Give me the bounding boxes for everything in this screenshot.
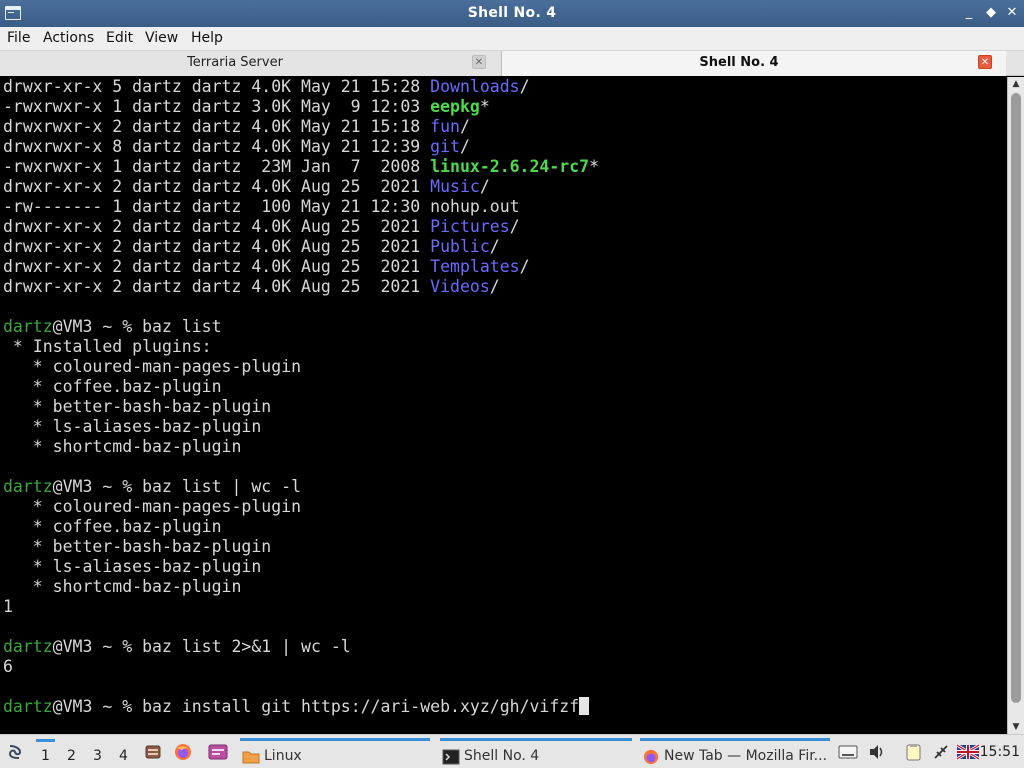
prompt-line: dartz@VM3 ~ % baz list 2>&1 | wc -l	[3, 637, 351, 656]
ls-row: drwxrwxr-x 8 dartz dartz 4.0K May 21 12:…	[3, 137, 470, 156]
maximize-button[interactable]: ◆	[982, 4, 1000, 22]
ls-entry-name: Pictures	[430, 217, 510, 236]
ls-row: drwxr-xr-x 2 dartz dartz 4.0K Aug 25 202…	[3, 237, 500, 256]
ls-row: drwxrwxr-x 2 dartz dartz 4.0K May 21 15:…	[3, 117, 470, 136]
plugin-line: * coloured-man-pages-plugin	[3, 357, 302, 376]
ls-entry-name: linux-2.6.24-rc7	[430, 157, 590, 176]
prompt-line: dartz@VM3 ~ % baz list | wc -l	[3, 477, 302, 496]
folder-icon	[242, 751, 260, 764]
plugin-line: * ls-aliases-baz-plugin	[3, 417, 262, 436]
menu-edit[interactable]: Edit	[106, 27, 133, 51]
ls-entry-name: fun	[430, 117, 460, 136]
keyboard-tray-icon[interactable]	[838, 743, 858, 761]
tab-label: Terraria Server	[187, 55, 283, 70]
ls-row: drwxr-xr-x 2 dartz dartz 4.0K Aug 25 202…	[3, 217, 520, 236]
menu-help[interactable]: Help	[191, 27, 223, 51]
minimize-button[interactable]: _	[960, 4, 978, 22]
task-label: Linux	[264, 748, 302, 764]
ls-row: drwxr-xr-x 5 dartz dartz 4.0K May 21 15:…	[3, 77, 530, 96]
command-output: 1	[3, 597, 13, 616]
volume-icon[interactable]	[868, 743, 886, 761]
clock[interactable]: 15:51	[980, 744, 1020, 760]
ls-entry-name: Music	[430, 177, 480, 196]
ls-row: -rwxrwxr-x 1 dartz dartz 23M Jan 7 2008 …	[3, 157, 600, 176]
plugin-line: * coffee.baz-plugin	[3, 517, 222, 536]
keyboard-layout-flag-icon[interactable]	[956, 743, 980, 761]
task-folder-linux[interactable]: Linux	[240, 738, 430, 768]
plugin-line: * shortcmd-baz-plugin	[3, 577, 242, 596]
plugin-line: * coloured-man-pages-plugin	[3, 497, 302, 516]
tab-close-icon[interactable]: ✕	[978, 55, 992, 69]
ls-entry-name: Public	[430, 237, 490, 256]
file-manager-launcher-icon[interactable]	[145, 744, 161, 760]
scroll-up-arrow-icon[interactable]: ▲	[1008, 77, 1024, 91]
firefox-icon	[643, 749, 659, 765]
tab-terraria-server[interactable]: Terraria Server ✕	[0, 51, 500, 76]
ls-entry-name: git	[430, 137, 460, 156]
desktop-3[interactable]: 3	[93, 748, 102, 764]
task-shell-no-4[interactable]: Shell No. 4	[440, 738, 632, 768]
app-launcher-icon[interactable]	[208, 744, 228, 760]
ls-row: -rwxrwxr-x 1 dartz dartz 3.0K May 9 12:0…	[3, 97, 490, 116]
tab-close-icon[interactable]: ✕	[472, 55, 486, 69]
ls-entry-name: Videos	[430, 277, 490, 296]
vertical-scrollbar[interactable]: ▲ ▼	[1007, 77, 1024, 734]
menu-actions[interactable]: Actions	[43, 27, 94, 51]
ls-entry-name: eepkg	[430, 97, 480, 116]
tab-label: Shell No. 4	[699, 55, 779, 70]
ls-row: -rw------- 1 dartz dartz 100 May 21 12:3…	[3, 197, 520, 216]
tab-bar: Terraria Server ✕ Shell No. 4 ✕	[0, 51, 1024, 76]
prompt-line: dartz@VM3 ~ % baz list	[3, 317, 222, 336]
ls-row: drwxr-xr-x 2 dartz dartz 4.0K Aug 25 202…	[3, 277, 500, 296]
terminal-output[interactable]: drwxr-xr-x 5 dartz dartz 4.0K May 21 15:…	[0, 77, 1007, 734]
text-cursor	[579, 697, 590, 715]
start-menu-icon[interactable]	[6, 743, 24, 761]
current-prompt-line[interactable]: dartz@VM3 ~ % baz install git https://ar…	[3, 697, 590, 717]
desktop-4[interactable]: 4	[119, 748, 128, 764]
scrollbar-thumb[interactable]	[1011, 93, 1021, 703]
ls-row: drwxr-xr-x 2 dartz dartz 4.0K Aug 25 202…	[3, 177, 490, 196]
desktop-2[interactable]: 2	[67, 748, 76, 764]
ls-entry-name: Downloads	[430, 77, 520, 96]
network-disconnected-icon[interactable]	[932, 743, 950, 761]
taskbar: 1 2 3 4 Linux Shell No. 4 New Tab — Mozi…	[0, 734, 1024, 768]
current-command: baz install git https://ari-web.xyz/gh/v…	[142, 697, 580, 716]
title-bar: Shell No. 4 _ ◆ ✕	[0, 0, 1024, 27]
firefox-launcher-icon[interactable]	[174, 743, 192, 761]
task-firefox[interactable]: New Tab — Mozilla Fir...	[640, 738, 830, 768]
command-output: 6	[3, 657, 13, 676]
plugin-line: * ls-aliases-baz-plugin	[3, 557, 262, 576]
clipboard-icon[interactable]	[904, 743, 924, 761]
ls-row: drwxr-xr-x 2 dartz dartz 4.0K Aug 25 202…	[3, 257, 530, 276]
plugin-line: * better-bash-baz-plugin	[3, 537, 272, 556]
installed-header: * Installed plugins:	[3, 337, 212, 356]
menu-bar: File Actions Edit View Help	[0, 27, 1024, 51]
window-title: Shell No. 4	[467, 5, 557, 21]
terminal-icon	[442, 749, 460, 765]
plugin-line: * shortcmd-baz-plugin	[3, 437, 242, 456]
menu-file[interactable]: File	[7, 27, 30, 51]
scroll-down-arrow-icon[interactable]: ▼	[1008, 720, 1024, 734]
plugin-line: * better-bash-baz-plugin	[3, 397, 272, 416]
menu-view[interactable]: View	[145, 27, 178, 51]
close-button[interactable]: ✕	[1003, 4, 1021, 22]
tab-shell-no-4[interactable]: Shell No. 4 ✕	[501, 51, 1006, 76]
desktop-1[interactable]: 1	[36, 739, 55, 764]
task-label: New Tab — Mozilla Fir...	[664, 748, 828, 764]
ls-entry-name: Templates	[430, 257, 520, 276]
plugin-line: * coffee.baz-plugin	[3, 377, 222, 396]
ls-entry-name: nohup.out	[430, 197, 520, 216]
task-label: Shell No. 4	[464, 748, 540, 764]
